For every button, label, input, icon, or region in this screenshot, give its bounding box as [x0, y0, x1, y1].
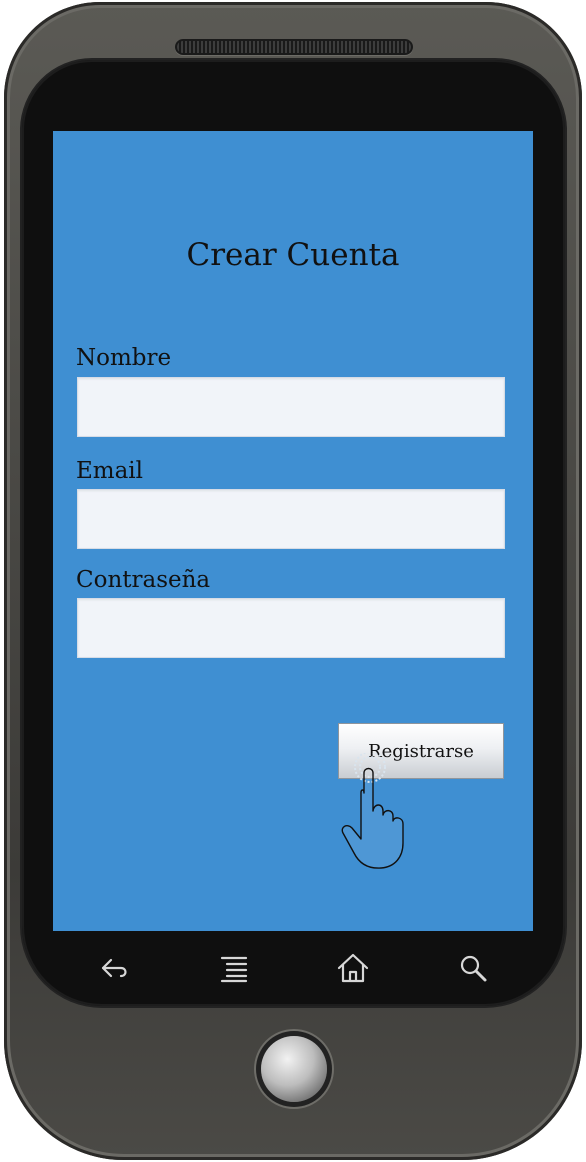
earpiece-speaker: [175, 39, 413, 55]
tap-hand-icon: [341, 753, 404, 869]
app-screen: Crear Cuenta Nombre Email Contraseña Reg…: [53, 131, 533, 931]
back-icon[interactable]: [95, 950, 135, 986]
page-title: Crear Cuenta: [186, 237, 400, 273]
name-label: Nombre: [76, 345, 172, 371]
password-label: Contraseña: [76, 567, 211, 593]
home-icon[interactable]: [333, 950, 373, 986]
password-field[interactable]: [77, 598, 505, 658]
menu-icon[interactable]: [214, 950, 254, 986]
email-field[interactable]: [77, 489, 505, 549]
search-icon[interactable]: [454, 950, 494, 986]
email-label: Email: [76, 458, 144, 484]
name-field[interactable]: [77, 377, 505, 437]
hardware-home-button[interactable]: [261, 1036, 327, 1102]
